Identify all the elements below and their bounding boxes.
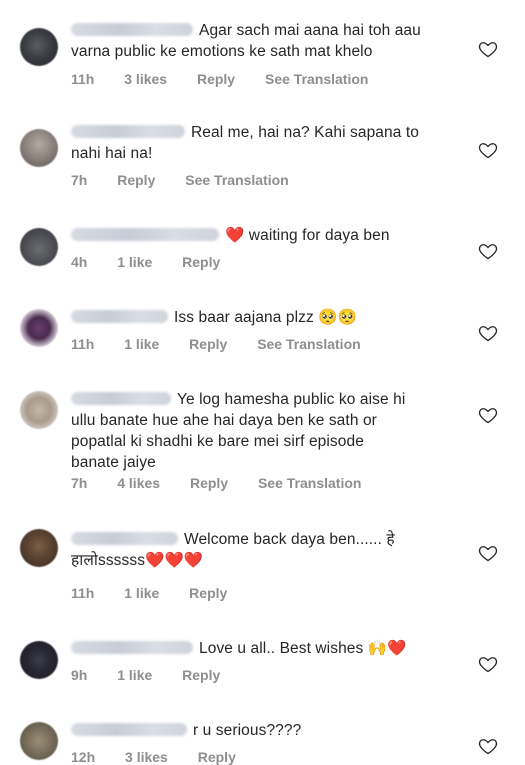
likes-count[interactable]: 4 likes: [117, 475, 160, 491]
comment-line: r u serious????: [193, 722, 302, 739]
comment-text: Ye log hamesha public ko aise hi ullu ba…: [71, 389, 446, 473]
likes-count[interactable]: 3 likes: [124, 71, 167, 87]
comment-text: ❤️ waiting for daya ben: [71, 225, 446, 246]
username-blurred[interactable]: [71, 228, 219, 241]
comment-time: 4h: [71, 254, 88, 270]
avatar[interactable]: [20, 722, 58, 760]
heart-outline-icon[interactable]: [478, 323, 498, 343]
comment-text: Real me, hai na? Kahi sapana to nahi hai…: [71, 122, 446, 164]
avatar[interactable]: [20, 129, 58, 167]
reply-button[interactable]: Reply: [182, 254, 220, 270]
username-blurred[interactable]: [71, 310, 168, 323]
comment-line: ❤️ waiting for daya ben: [225, 227, 390, 244]
comment-meta: 11h 3 likes Reply See Translation: [71, 71, 394, 87]
avatar[interactable]: [20, 529, 58, 567]
see-translation-button[interactable]: See Translation: [258, 475, 361, 491]
comment-text: r u serious????: [71, 720, 446, 741]
heart-outline-icon[interactable]: [478, 543, 498, 563]
username-blurred[interactable]: [71, 723, 187, 736]
comment-text: Welcome back daya ben...... हे हालोsssss…: [71, 529, 446, 571]
comment-line: ullu banate hue ahe hai daya ben ke sath…: [71, 412, 377, 429]
likes-count[interactable]: 1 like: [124, 585, 159, 601]
comment-line: banate jaiye: [71, 454, 156, 471]
likes-count[interactable]: 1 like: [117, 254, 152, 270]
reply-button[interactable]: Reply: [198, 749, 236, 765]
username-blurred[interactable]: [71, 532, 178, 545]
comment-line: हालोssssss❤️❤️❤️: [71, 552, 204, 569]
reply-button[interactable]: Reply: [189, 336, 227, 352]
username-blurred[interactable]: [71, 392, 171, 405]
heart-outline-icon[interactable]: [478, 654, 498, 674]
username-blurred[interactable]: [71, 23, 193, 36]
comment-meta: 11h 1 like Reply See Translation: [71, 336, 387, 352]
comment-line: Real me, hai na? Kahi sapana to: [191, 124, 420, 141]
heart-outline-icon[interactable]: [478, 140, 498, 160]
heart-outline-icon[interactable]: [478, 405, 498, 425]
avatar[interactable]: [20, 391, 58, 429]
comment-time: 11h: [71, 585, 95, 601]
comment-line: popatlal ki shadhi ke bare mei sirf epis…: [71, 433, 364, 450]
reply-button[interactable]: Reply: [182, 667, 220, 683]
comment-time: 11h: [71, 336, 95, 352]
heart-outline-icon[interactable]: [478, 241, 498, 261]
comment-meta: 7h Reply See Translation: [71, 172, 315, 188]
comment-meta: 7h 4 likes Reply See Translation: [71, 475, 387, 491]
heart-outline-icon[interactable]: [478, 736, 498, 756]
comment-time: 9h: [71, 667, 88, 683]
reply-button[interactable]: Reply: [190, 475, 228, 491]
comment-line: Love u all.. Best wishes 🙌❤️: [199, 640, 407, 657]
likes-count[interactable]: 3 likes: [125, 749, 168, 765]
comment-text: Agar sach mai aana hai toh aau varna pub…: [71, 20, 446, 62]
comment-meta: 9h 1 like Reply: [71, 667, 246, 683]
username-blurred[interactable]: [71, 125, 185, 138]
likes-count[interactable]: 1 like: [124, 336, 159, 352]
comment-time: 12h: [71, 749, 96, 765]
comment-line: Welcome back daya ben...... हे: [184, 531, 395, 548]
comment-time: 11h: [71, 71, 95, 87]
see-translation-button[interactable]: See Translation: [185, 172, 288, 188]
comment-line: nahi hai na!: [71, 145, 153, 162]
avatar[interactable]: [20, 228, 58, 266]
likes-count[interactable]: 1 like: [117, 667, 152, 683]
comment-text: Iss baar aajana plzz 🥺🥺: [71, 307, 446, 328]
comment-line: Iss baar aajana plzz 🥺🥺: [174, 309, 358, 326]
comment-time: 7h: [71, 172, 88, 188]
heart-outline-icon[interactable]: [478, 39, 498, 59]
avatar[interactable]: [20, 309, 58, 347]
reply-button[interactable]: Reply: [197, 71, 235, 87]
comment-line: varna public ke emotions ke sath mat khe…: [71, 43, 373, 60]
comment-meta: 12h 3 likes Reply: [71, 749, 262, 765]
comment-text: Love u all.. Best wishes 🙌❤️: [71, 638, 446, 659]
reply-button[interactable]: Reply: [189, 585, 227, 601]
comment-time: 7h: [71, 475, 88, 491]
username-blurred[interactable]: [71, 641, 193, 654]
see-translation-button[interactable]: See Translation: [257, 336, 360, 352]
comment-meta: 11h 1 like Reply: [71, 585, 253, 601]
reply-button[interactable]: Reply: [117, 172, 155, 188]
see-translation-button[interactable]: See Translation: [265, 71, 368, 87]
avatar[interactable]: [20, 28, 58, 66]
comment-meta: 4h 1 like Reply: [71, 254, 246, 270]
comment-line: Ye log hamesha public ko aise hi: [177, 391, 406, 408]
comment-line: Agar sach mai aana hai toh aau: [199, 22, 421, 39]
avatar[interactable]: [20, 641, 58, 679]
